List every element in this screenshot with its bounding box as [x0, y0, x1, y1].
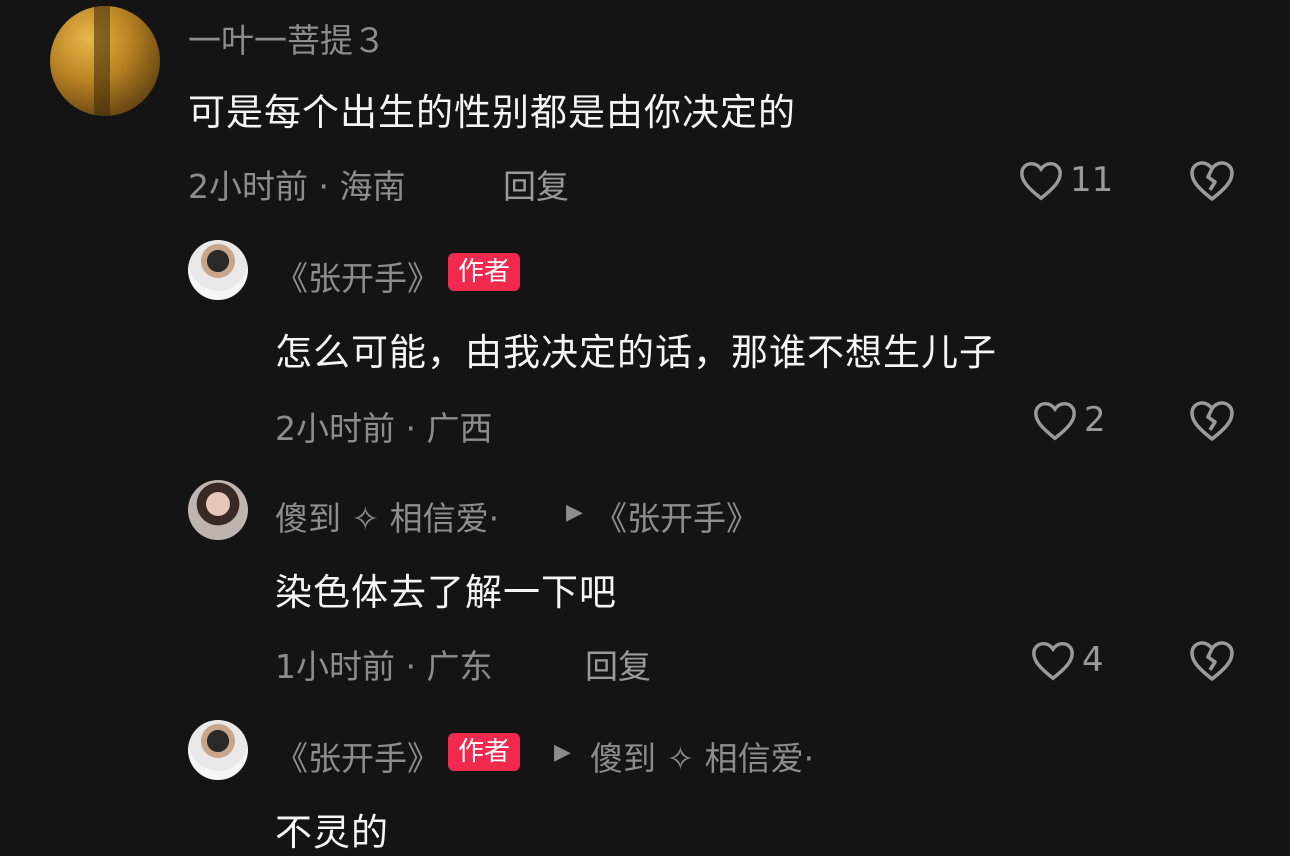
like-count: 4 — [1082, 640, 1104, 680]
username[interactable]: 《张开手》 — [275, 252, 440, 300]
heart-outline-icon — [1030, 638, 1076, 682]
avatar[interactable] — [188, 720, 248, 780]
comment-meta: 2小时前 · 广西 — [275, 409, 493, 448]
heart-outline-icon — [1032, 398, 1078, 442]
reply-to-username[interactable]: 傻到 ✧ 相信爱· — [590, 732, 814, 780]
avatar[interactable] — [188, 480, 248, 540]
username[interactable]: 一叶一菩提３ — [188, 14, 386, 62]
username[interactable]: 傻到 ✧ 相信爱· — [275, 492, 499, 540]
play-arrow-icon: ▶ — [554, 740, 571, 765]
like-button[interactable]: 2 — [1032, 398, 1106, 442]
comment-text: 可是每个出生的性别都是由你决定的 — [188, 91, 796, 134]
like-count: 2 — [1084, 400, 1106, 440]
avatar[interactable] — [188, 240, 248, 300]
like-count: 11 — [1070, 160, 1114, 200]
avatar[interactable] — [50, 6, 160, 116]
broken-heart-icon[interactable] — [1188, 158, 1236, 202]
comment-text: 不灵的 — [275, 811, 389, 854]
broken-heart-icon[interactable] — [1188, 638, 1236, 682]
username[interactable]: 《张开手》 — [275, 732, 440, 780]
comment-text: 染色体去了解一下吧 — [275, 571, 617, 614]
comment-meta: 1小时前 · 广东 — [275, 647, 493, 686]
like-button[interactable]: 11 — [1018, 158, 1113, 202]
author-badge: 作者 — [448, 253, 521, 291]
reply-to-username[interactable]: 《张开手》 — [594, 492, 759, 540]
play-arrow-icon: ▶ — [566, 500, 583, 525]
comment-text: 怎么可能，由我决定的话，那谁不想生儿子 — [275, 331, 997, 374]
broken-heart-icon[interactable] — [1188, 398, 1236, 442]
like-button[interactable]: 4 — [1030, 638, 1104, 682]
reply-button[interactable]: 回复 — [503, 160, 569, 208]
reply-button[interactable]: 回复 — [585, 640, 651, 688]
heart-outline-icon — [1018, 158, 1064, 202]
author-badge: 作者 — [448, 733, 521, 771]
comment-meta: 2小时前 · 海南 — [188, 167, 406, 206]
